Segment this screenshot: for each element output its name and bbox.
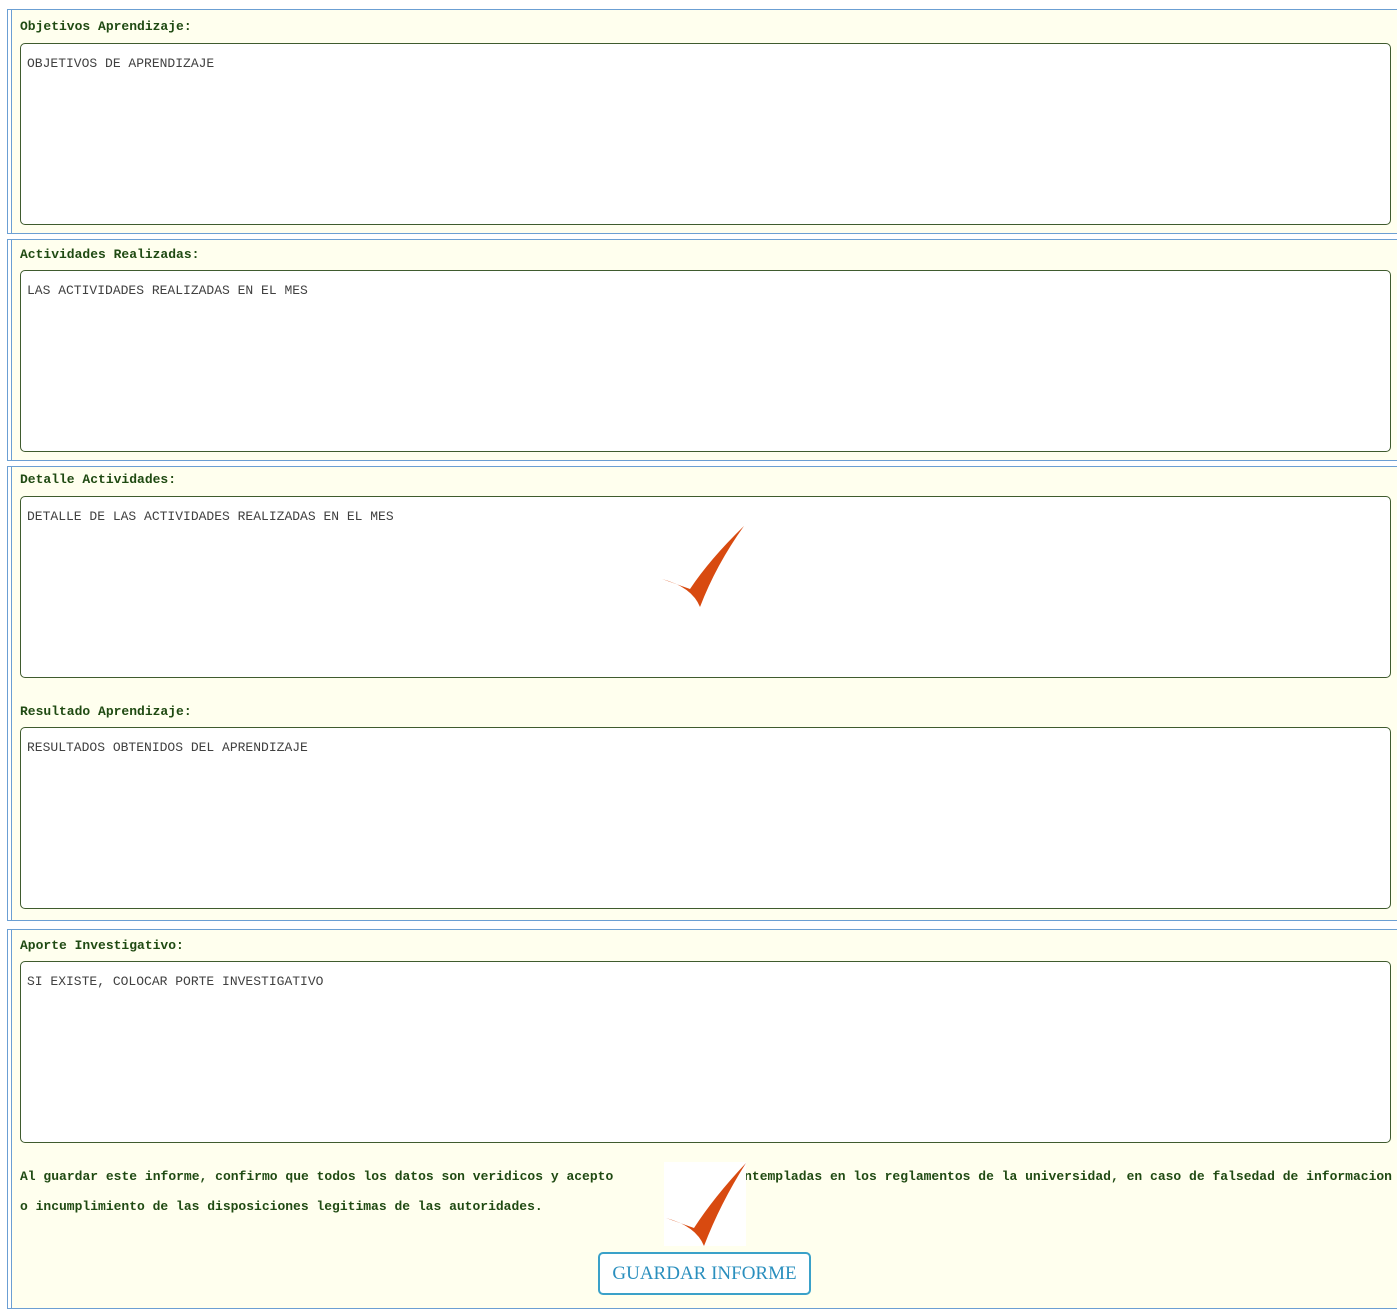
actividades-label: Actividades Realizadas:	[20, 247, 200, 262]
actividades-section: Actividades Realizadas: LAS ACTIVIDADES …	[7, 239, 1397, 461]
disclaimer-text-before: Al guardar este informe, confirmo que to…	[20, 1169, 614, 1184]
guardar-informe-button[interactable]: GUARDAR INFORME	[598, 1252, 811, 1295]
aporte-label: Aporte Investigativo:	[20, 938, 184, 953]
checkmark-icon	[666, 1163, 746, 1246]
aporte-section: Aporte Investigativo: SI EXISTE, COLOCAR…	[7, 929, 1397, 1309]
checkmark-icon	[662, 526, 744, 607]
objetivos-textarea[interactable]: OBJETIVOS DE APRENDIZAJE	[20, 43, 1391, 225]
resultado-textarea[interactable]: RESULTADOS OBTENIDOS DEL APRENDIZAJE	[20, 727, 1391, 909]
aporte-textarea[interactable]: SI EXISTE, COLOCAR PORTE INVESTIGATIVO	[20, 961, 1391, 1143]
resultado-label: Resultado Aprendizaje:	[20, 704, 192, 719]
objetivos-section: Objetivos Aprendizaje: OBJETIVOS DE APRE…	[7, 9, 1397, 234]
objetivos-label: Objetivos Aprendizaje:	[20, 19, 192, 34]
detalle-label: Detalle Actividades:	[20, 472, 177, 487]
actividades-textarea[interactable]: LAS ACTIVIDADES REALIZADAS EN EL MES	[20, 270, 1391, 452]
